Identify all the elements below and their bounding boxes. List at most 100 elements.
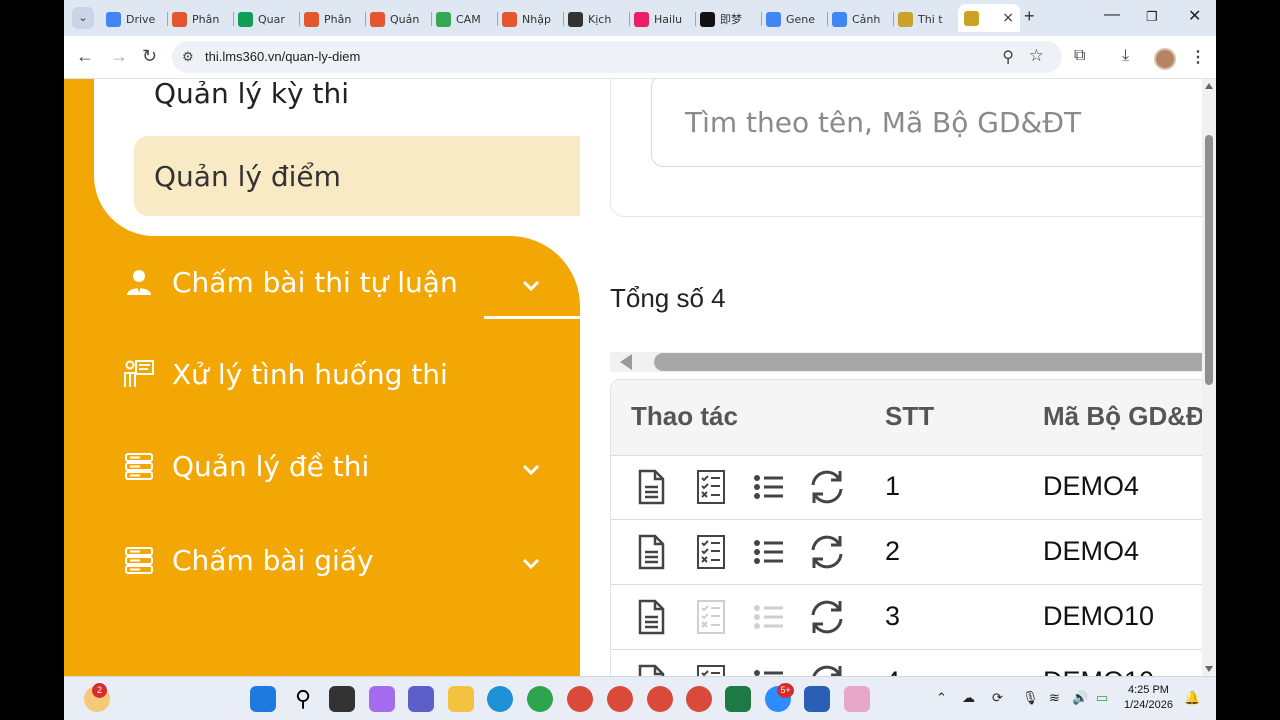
document-icon[interactable]	[631, 662, 671, 676]
sidebar-item-exam-management[interactable]: Quản lý kỳ thi	[154, 79, 349, 110]
sidebar: Quản lý kỳ thi Quản lý điểm Chấm bài thi…	[64, 79, 600, 676]
browser-tab[interactable]: Hailu	[628, 7, 696, 31]
minimize-icon[interactable]: —	[1104, 6, 1120, 24]
copilot-icon[interactable]	[369, 686, 395, 712]
table-row[interactable]: 4 DEMO10	[611, 650, 1216, 676]
reload-icon[interactable]: ↻	[142, 46, 157, 67]
tab-label: Phân	[324, 12, 352, 26]
url-text[interactable]: thi.lms360.vn/quan-ly-diem	[205, 49, 360, 64]
profile-avatar[interactable]	[1154, 48, 1176, 70]
site-info-icon[interactable]: ⚙	[182, 49, 194, 65]
system-clock[interactable]: 4:25 PM 1/24/2026	[1124, 683, 1173, 713]
refresh-icon[interactable]	[807, 597, 847, 637]
checklist-icon[interactable]	[691, 467, 731, 507]
sidebar-item-score-management[interactable]: Quản lý điểm	[134, 136, 600, 216]
document-icon[interactable]	[631, 467, 671, 507]
scroll-up-icon[interactable]	[1205, 83, 1213, 89]
task-view-icon[interactable]	[329, 686, 355, 712]
browser-tab[interactable]: Phân	[298, 7, 366, 31]
close-tab-icon[interactable]: ×	[1002, 10, 1014, 26]
notification-bell-icon[interactable]: 🔔	[1184, 690, 1200, 706]
tab-label: Quản	[390, 12, 420, 26]
browser-tab[interactable]: Drive	[100, 7, 168, 31]
sync-icon[interactable]: ⟳	[992, 690, 1003, 706]
excel-icon[interactable]	[725, 686, 751, 712]
chevron-down-icon[interactable]	[520, 454, 542, 487]
tab-search-button[interactable]: ⌄	[72, 7, 94, 29]
scrollbar-thumb[interactable]	[654, 353, 1214, 371]
refresh-icon[interactable]	[807, 532, 847, 572]
browser-tab[interactable]: Phân	[166, 7, 234, 31]
browser-tab[interactable]: 即梦	[694, 7, 762, 31]
search-input[interactable]: Tìm theo tên, Mã Bộ GD&ĐT	[651, 79, 1213, 167]
column-header-actions[interactable]: Thao tác	[631, 401, 738, 432]
address-bar[interactable]: ⚙ thi.lms360.vn/quan-ly-diem ⚲ ☆	[172, 41, 1062, 73]
snipping-tool-icon[interactable]	[844, 686, 870, 712]
chrome-icon[interactable]	[567, 686, 593, 712]
sidebar-item-exam-incidents[interactable]: Xử lý tình huống thi	[122, 354, 562, 394]
scroll-down-icon[interactable]	[1205, 666, 1213, 672]
wifi-icon[interactable]: ≋	[1049, 690, 1060, 706]
browser-tab[interactable]: Quản	[364, 7, 432, 31]
refresh-icon[interactable]	[807, 662, 847, 676]
scrollbar-thumb[interactable]	[1205, 135, 1213, 385]
extensions-icon[interactable]: ⧉	[1074, 47, 1085, 65]
search-icon[interactable]: ⚲	[290, 686, 316, 712]
browser-tab[interactable]: Nhập	[496, 7, 564, 31]
browser-tab[interactable]: Quar	[232, 7, 300, 31]
chrome-icon[interactable]	[647, 686, 673, 712]
chevron-down-icon[interactable]	[520, 270, 542, 303]
download-icon[interactable]: ⤓	[1122, 47, 1129, 65]
column-header-stt[interactable]: STT	[885, 401, 934, 432]
browser-tab[interactable]: Gene	[760, 7, 828, 31]
column-header-code[interactable]: Mã Bộ GD&ĐT	[1043, 401, 1216, 432]
table-row[interactable]: 3 DEMO10	[611, 585, 1216, 650]
chrome-icon[interactable]	[607, 686, 633, 712]
refresh-icon[interactable]	[807, 467, 847, 507]
volume-icon[interactable]: 🔊	[1072, 690, 1088, 706]
new-tab-button[interactable]: +	[1024, 6, 1035, 27]
cloud-icon[interactable]: ☁	[962, 690, 975, 706]
horizontal-scrollbar[interactable]	[610, 352, 1214, 372]
browser-tab[interactable]: CAM	[430, 7, 498, 31]
whatsapp-icon[interactable]	[527, 686, 553, 712]
chrome-icon[interactable]	[686, 686, 712, 712]
tab-favicon-icon	[634, 11, 649, 27]
edge-icon[interactable]	[487, 686, 513, 712]
chevron-up-icon[interactable]: ⌃	[936, 690, 947, 706]
forward-icon[interactable]: →	[110, 46, 128, 67]
sidebar-item-paper-grading[interactable]: Chấm bài giấy	[122, 540, 562, 580]
battery-icon[interactable]: ▭	[1096, 690, 1108, 706]
cell-code: DEMO4	[1043, 471, 1140, 501]
microphone-icon[interactable]: 🎙	[1022, 690, 1039, 706]
vertical-scrollbar[interactable]	[1202, 79, 1216, 676]
table-row[interactable]: 2 DEMO4	[611, 520, 1216, 585]
checklist-icon[interactable]	[691, 662, 731, 676]
table-row[interactable]: 1 DEMO4	[611, 455, 1216, 520]
document-icon[interactable]	[631, 532, 671, 572]
scroll-left-icon[interactable]	[620, 354, 632, 370]
list-icon[interactable]	[749, 662, 789, 676]
back-icon[interactable]: ←	[76, 46, 94, 67]
bookmark-star-icon[interactable]: ☆	[1029, 46, 1044, 66]
word-icon[interactable]	[804, 686, 830, 712]
browser-tab[interactable]: Thi t	[892, 7, 960, 31]
chevron-down-icon[interactable]	[520, 548, 542, 581]
start-icon[interactable]	[250, 686, 276, 712]
restore-icon[interactable]: ❐	[1146, 9, 1158, 25]
file-explorer-icon[interactable]	[448, 686, 474, 712]
stack-icon	[122, 449, 156, 483]
checklist-icon[interactable]	[691, 532, 731, 572]
sidebar-item-exam-bank[interactable]: Quản lý đề thi	[122, 446, 562, 486]
teams-icon[interactable]	[408, 686, 434, 712]
menu-dots-icon[interactable]: ⋮	[1190, 47, 1206, 67]
zoom-icon[interactable]: ⚲	[1002, 47, 1014, 67]
sidebar-item-essay-grading[interactable]: Chấm bài thi tự luận	[122, 262, 562, 302]
document-icon[interactable]	[631, 597, 671, 637]
close-window-icon[interactable]: ✕	[1188, 6, 1201, 26]
browser-tab[interactable]: Cảnh	[826, 7, 894, 31]
list-icon[interactable]	[749, 532, 789, 572]
browser-tab[interactable]: ×	[958, 4, 1020, 32]
browser-tab[interactable]: Kịch	[562, 7, 630, 31]
list-icon[interactable]	[749, 467, 789, 507]
